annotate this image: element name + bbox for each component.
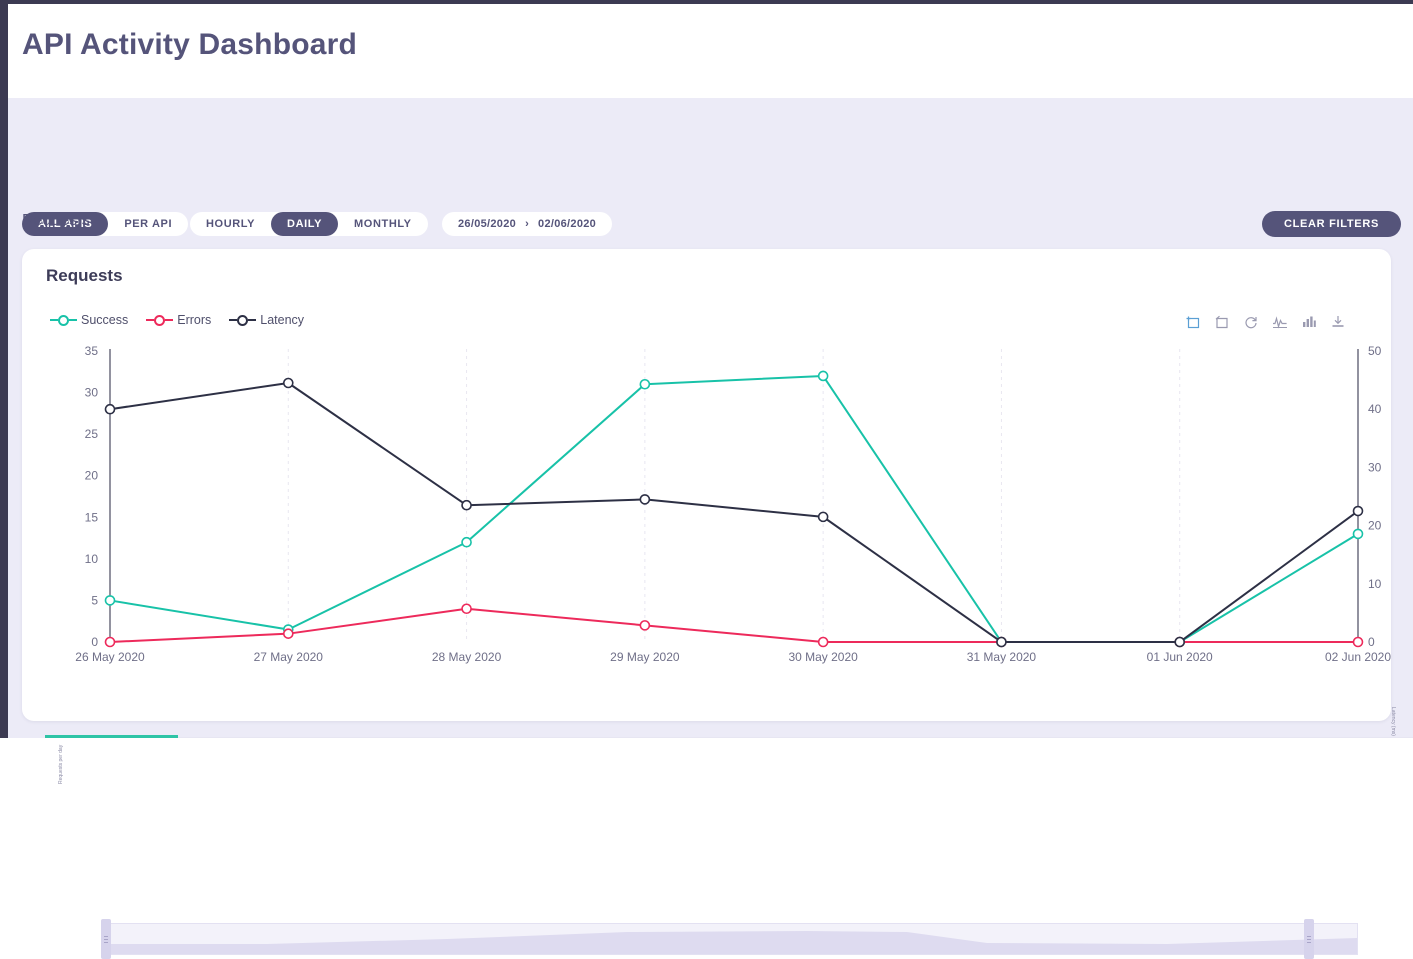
svg-text:0: 0 — [1368, 635, 1375, 649]
granularity-toggle-group: HOURLY DAILY MONTHLY — [190, 212, 428, 236]
svg-text:20: 20 — [1368, 519, 1382, 533]
svg-text:30 May 2020: 30 May 2020 — [788, 650, 858, 664]
page-title: API Activity Dashboard — [22, 28, 357, 62]
chevron-right-icon: › — [525, 218, 529, 230]
svg-text:26 May 2020: 26 May 2020 — [75, 650, 145, 664]
granularity-hourly-button[interactable]: HOURLY — [190, 212, 271, 236]
chart-brush-minimap[interactable] — [106, 923, 1358, 955]
svg-text:5: 5 — [91, 593, 98, 607]
page-header: API Activity Dashboard — [8, 4, 1413, 98]
clear-filters-button[interactable]: CLEAR FILTERS — [1262, 211, 1401, 237]
section-title: Requests — [22, 212, 90, 230]
requests-line-chart[interactable]: 0 5 10 15 20 25 30 35 0 10 20 30 40 50 26 May 2020 27 M… — [22, 249, 1391, 721]
svg-text:27 May 2020: 27 May 2020 — [254, 650, 324, 664]
filter-bar: ALL APIS PER API HOURLY DAILY MONTHLY 26… — [8, 98, 1413, 186]
top-accent-bar — [0, 0, 1413, 4]
svg-text:15: 15 — [85, 510, 99, 524]
svg-text:40: 40 — [1368, 402, 1382, 416]
granularity-daily-button[interactable]: DAILY — [271, 212, 338, 236]
svg-text:25: 25 — [85, 427, 99, 441]
brush-handle-right[interactable] — [1304, 919, 1314, 959]
svg-text:31 May 2020: 31 May 2020 — [967, 650, 1037, 664]
scope-per-api-button[interactable]: PER API — [108, 212, 188, 236]
svg-text:30: 30 — [85, 386, 99, 400]
svg-text:10: 10 — [85, 552, 99, 566]
brush-area-sparkline — [107, 924, 1357, 954]
date-range-picker[interactable]: 26/05/2020 › 02/06/2020 — [442, 212, 612, 236]
svg-text:10: 10 — [1368, 577, 1382, 591]
date-range-end: 02/06/2020 — [538, 218, 596, 230]
svg-text:29 May 2020: 29 May 2020 — [610, 650, 680, 664]
brush-handle-left[interactable] — [101, 919, 111, 959]
svg-text:50: 50 — [1368, 344, 1382, 358]
svg-text:0: 0 — [91, 635, 98, 649]
date-range-start: 26/05/2020 — [458, 218, 516, 230]
svg-text:35: 35 — [85, 344, 99, 358]
svg-text:28 May 2020: 28 May 2020 — [432, 650, 502, 664]
svg-text:20: 20 — [85, 469, 99, 483]
requests-chart-card: Requests Success Errors Latency — [22, 249, 1391, 721]
left-nav-rail[interactable] — [0, 0, 8, 738]
granularity-monthly-button[interactable]: MONTHLY — [338, 212, 428, 236]
svg-text:02 Jun 2020: 02 Jun 2020 — [1325, 650, 1391, 664]
dashboard-root: API Activity Dashboard ALL APIS PER API … — [0, 0, 1413, 738]
svg-text:01 Jun 2020: 01 Jun 2020 — [1147, 650, 1213, 664]
svg-text:30: 30 — [1368, 460, 1382, 474]
